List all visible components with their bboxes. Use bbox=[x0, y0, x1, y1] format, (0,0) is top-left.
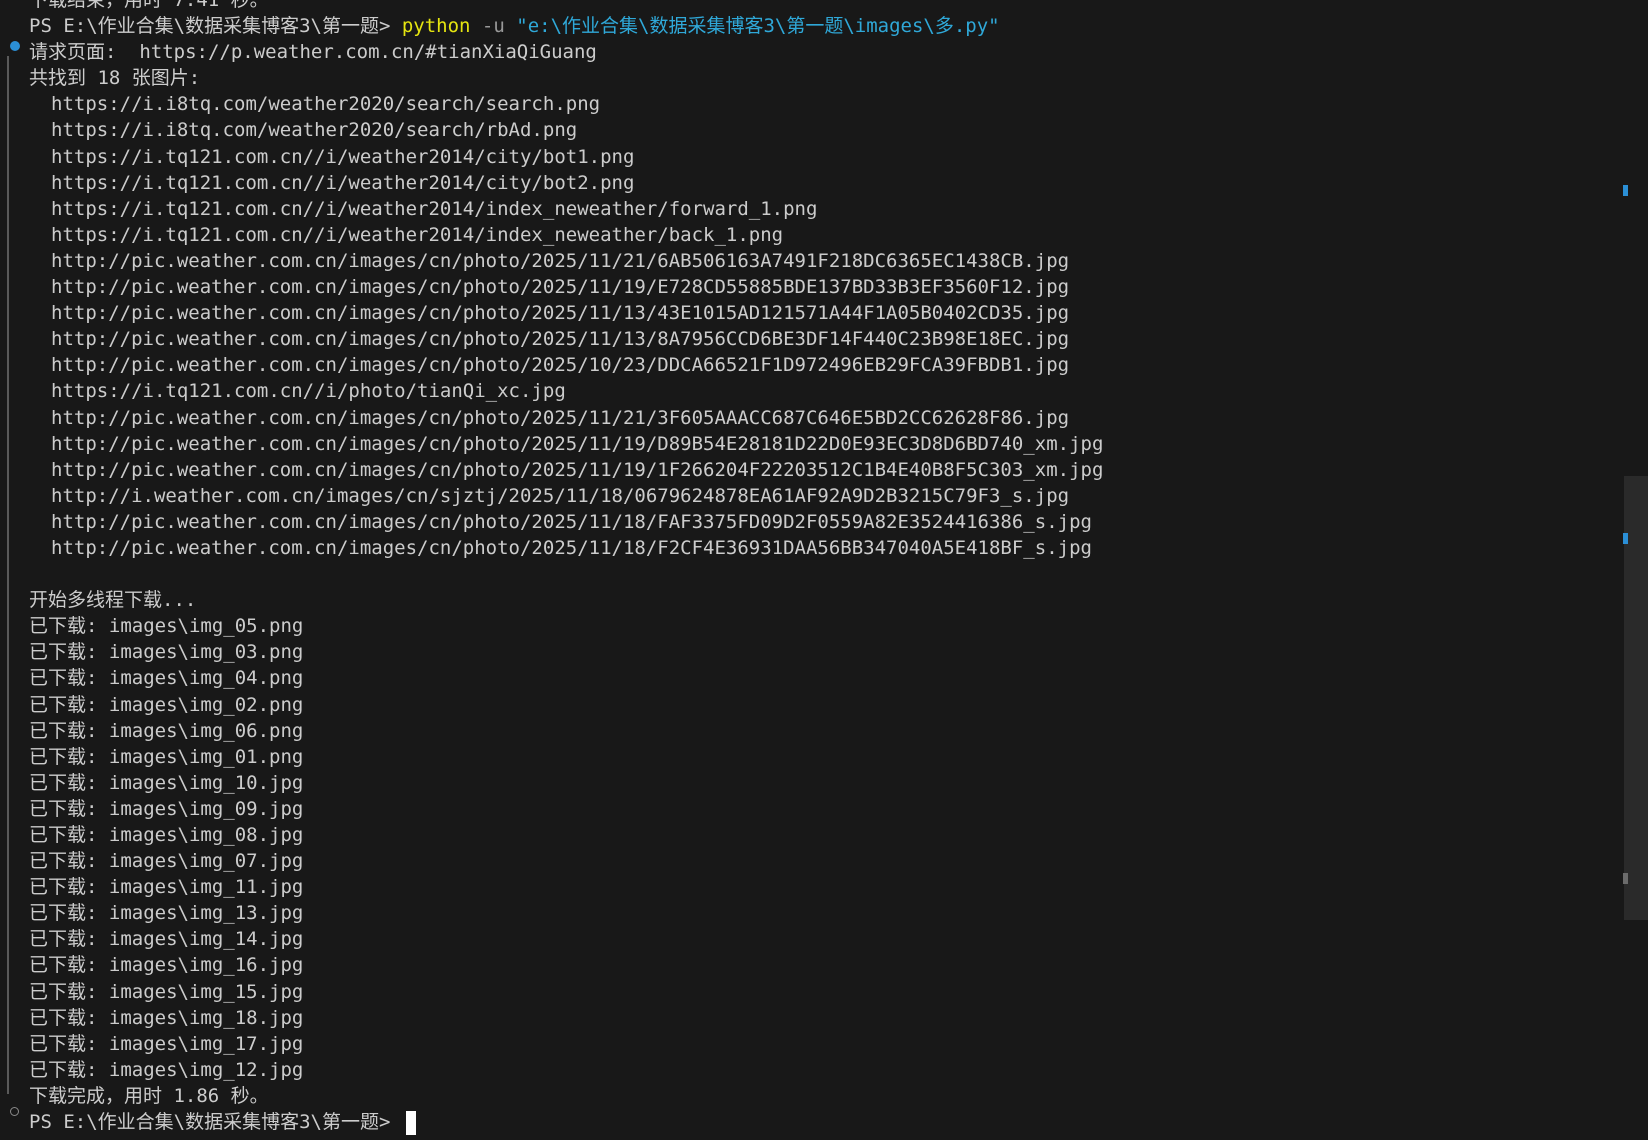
download-line: 已下载: images\img_15.jpg bbox=[29, 979, 1588, 1005]
prompt-line[interactable]: PS E:\作业合集\数据采集博客3\第一题> bbox=[29, 1109, 1588, 1135]
download-prefix: 已下载: bbox=[29, 1058, 109, 1081]
download-prefix: 已下载: bbox=[29, 745, 109, 768]
url-line: https://i.tq121.com.cn//i/weather2014/ci… bbox=[51, 145, 635, 168]
download-prefix: 已下载: bbox=[29, 615, 109, 638]
download-line: 已下载: images\img_07.jpg bbox=[29, 848, 1588, 874]
download-prefix: 已下载: bbox=[29, 902, 109, 925]
download-file: images\img_06.png bbox=[108, 719, 304, 742]
download-file: images\img_09.jpg bbox=[108, 797, 304, 820]
url-line: http://pic.weather.com.cn/images/cn/phot… bbox=[51, 432, 1104, 455]
url-line: https://i.tq121.com.cn//i/weather2014/ci… bbox=[51, 171, 635, 194]
url-line: https://i.i8tq.com/weather2020/search/se… bbox=[51, 93, 601, 116]
download-file: images\img_04.png bbox=[108, 667, 304, 690]
download-line: 已下载: images\img_05.png bbox=[29, 613, 1588, 639]
download-file: images\img_14.jpg bbox=[108, 928, 304, 951]
url-line: http://i.weather.com.cn/images/cn/sjztj/… bbox=[51, 484, 1070, 507]
download-file: images\img_08.jpg bbox=[108, 824, 304, 846]
url-line: http://pic.weather.com.cn/images/cn/phot… bbox=[51, 510, 1092, 533]
download-line: 已下载: images\img_10.jpg bbox=[29, 770, 1588, 796]
download-prefix: 已下载: bbox=[29, 824, 109, 846]
url-line: http://pic.weather.com.cn/images/cn/phot… bbox=[51, 276, 1070, 299]
download-prefix: 已下载: bbox=[29, 876, 109, 899]
command-status-dot-icon[interactable] bbox=[10, 41, 20, 51]
url-line: http://pic.weather.com.cn/images/cn/phot… bbox=[51, 458, 1104, 481]
download-file: images\img_15.jpg bbox=[108, 980, 304, 1003]
download-file: images\img_12.jpg bbox=[108, 1058, 304, 1081]
download-line: 已下载: images\img_01.png bbox=[29, 744, 1588, 770]
url-list: https://i.i8tq.com/weather2020/search/se… bbox=[29, 91, 1588, 561]
download-line: 已下载: images\img_16.jpg bbox=[29, 952, 1588, 978]
download-file: images\img_16.jpg bbox=[108, 954, 304, 977]
command-path: "e:\作业合集\数据采集博客3\第一题\images\多.py" bbox=[516, 15, 1000, 38]
download-file: images\img_10.jpg bbox=[108, 771, 304, 794]
download-line: 已下载: images\img_06.png bbox=[29, 718, 1588, 744]
output-line-partial: 下载结束，用时 7.41 秒。 bbox=[29, 0, 269, 11]
url-line: https://i.i8tq.com/weather2020/search/rb… bbox=[51, 119, 578, 142]
scroll-marker bbox=[1623, 873, 1628, 884]
command-python: python bbox=[401, 15, 471, 38]
url-line: http://pic.weather.com.cn/images/cn/phot… bbox=[51, 406, 1070, 429]
vertical-scrollbar[interactable] bbox=[1623, 0, 1648, 1140]
download-prefix: 已下载: bbox=[29, 1032, 109, 1055]
download-prefix: 已下载: bbox=[29, 1006, 109, 1029]
url-line: https://i.tq121.com.cn//i/photo/tianQi_x… bbox=[51, 380, 566, 403]
download-prefix: 已下载: bbox=[29, 980, 109, 1003]
scroll-marker bbox=[1623, 185, 1628, 196]
url-line: http://pic.weather.com.cn/images/cn/phot… bbox=[51, 302, 1070, 325]
download-line: 已下载: images\img_18.jpg bbox=[29, 1005, 1588, 1031]
download-line: 已下载: images\img_17.jpg bbox=[29, 1031, 1588, 1057]
download-line: 已下载: images\img_09.jpg bbox=[29, 796, 1588, 822]
download-line: 已下载: images\img_08.jpg bbox=[29, 822, 1588, 848]
download-file: images\img_03.png bbox=[108, 641, 304, 664]
download-prefix: 已下载: bbox=[29, 771, 109, 794]
command-decorations bbox=[0, 0, 28, 1140]
download-line: 已下载: images\img_03.png bbox=[29, 639, 1588, 665]
download-prefix: 已下载: bbox=[29, 719, 109, 742]
download-prefix: 已下载: bbox=[29, 850, 109, 873]
download-prefix: 已下载: bbox=[29, 641, 109, 664]
download-prefix: 已下载: bbox=[29, 928, 109, 951]
scroll-marker bbox=[1623, 533, 1628, 544]
download-line: 已下载: images\img_12.jpg bbox=[29, 1057, 1588, 1083]
download-prefix: 已下载: bbox=[29, 667, 109, 690]
url-line: http://pic.weather.com.cn/images/cn/phot… bbox=[51, 354, 1070, 377]
download-prefix: 已下载: bbox=[29, 954, 109, 977]
command-line: PS E:\作业合集\数据采集博客3\第一题> python -u "e:\作业… bbox=[29, 13, 1588, 39]
url-line: http://pic.weather.com.cn/images/cn/phot… bbox=[51, 249, 1070, 272]
prompt-status-dot-icon[interactable] bbox=[10, 1107, 19, 1116]
found-count-line: 共找到 18 张图片: bbox=[29, 67, 201, 90]
terminal-panel[interactable]: 下载结束，用时 7.41 秒。 PS E:\作业合集\数据采集博客3\第一题> … bbox=[0, 0, 1648, 1140]
command-output-bar bbox=[7, 56, 9, 1094]
download-line: 已下载: images\img_14.jpg bbox=[29, 926, 1588, 952]
url-line: http://pic.weather.com.cn/images/cn/phot… bbox=[51, 536, 1092, 559]
download-prefix: 已下载: bbox=[29, 797, 109, 820]
download-list: 已下载: images\img_05.png 已下载: images\img_0… bbox=[29, 613, 1588, 1083]
request-line: 请求页面: https://p.weather.com.cn/#tianXiaQ… bbox=[29, 41, 597, 64]
download-line: 已下载: images\img_11.jpg bbox=[29, 874, 1588, 900]
cursor bbox=[405, 1110, 416, 1135]
download-file: images\img_13.jpg bbox=[108, 902, 304, 925]
download-line: 已下载: images\img_04.png bbox=[29, 665, 1588, 691]
download-prefix: 已下载: bbox=[29, 693, 109, 716]
download-line: 已下载: images\img_13.jpg bbox=[29, 900, 1588, 926]
url-line: https://i.tq121.com.cn//i/weather2014/in… bbox=[51, 197, 818, 220]
start-download-line: 开始多线程下载... bbox=[29, 589, 197, 612]
download-file: images\img_01.png bbox=[108, 745, 304, 768]
prompt-text: PS E:\作业合集\数据采集博客3\第一题> bbox=[29, 15, 402, 38]
download-file: images\img_05.png bbox=[108, 615, 304, 638]
download-line: 已下载: images\img_02.png bbox=[29, 692, 1588, 718]
command-flag: -u bbox=[470, 15, 517, 38]
final-prompt-text: PS E:\作业合集\数据采集博客3\第一题> bbox=[29, 1111, 402, 1134]
download-file: images\img_11.jpg bbox=[108, 876, 304, 899]
terminal-output: 下载结束，用时 7.41 秒。 PS E:\作业合集\数据采集博客3\第一题> … bbox=[29, 0, 1588, 1135]
download-file: images\img_07.jpg bbox=[108, 850, 304, 873]
url-line: https://i.tq121.com.cn//i/weather2014/in… bbox=[51, 223, 784, 246]
download-file: images\img_17.jpg bbox=[108, 1032, 304, 1055]
url-line: http://pic.weather.com.cn/images/cn/phot… bbox=[51, 328, 1070, 351]
download-complete-line: 下载完成，用时 1.86 秒。 bbox=[29, 1084, 269, 1107]
download-file: images\img_18.jpg bbox=[108, 1006, 304, 1029]
download-file: images\img_02.png bbox=[108, 693, 304, 716]
